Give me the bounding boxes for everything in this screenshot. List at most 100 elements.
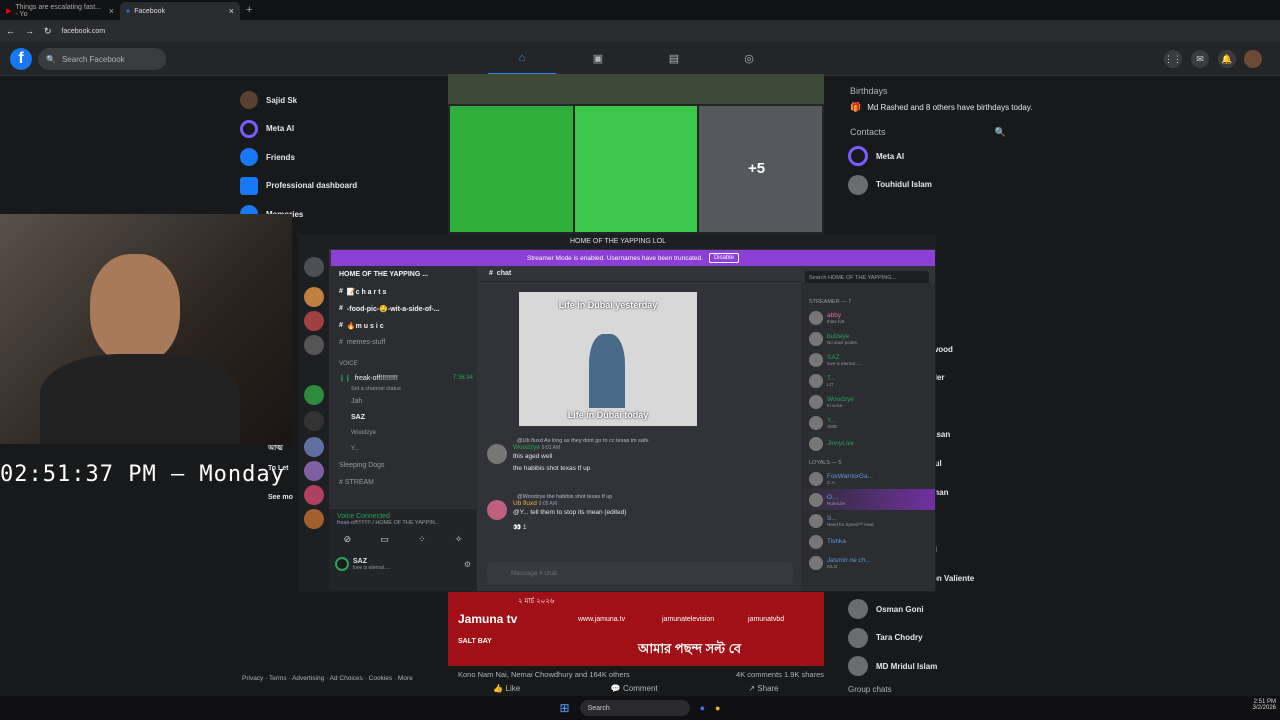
- channel-memes[interactable]: # memes-stuff: [329, 334, 477, 351]
- soundboard-icon[interactable]: ✧: [455, 534, 463, 545]
- post-ad-image[interactable]: ২ মার্চ ২০২৬ Jamuna tv www.jamuna.tv jam…: [448, 592, 824, 666]
- post-actions: 👍 Like 💬 Comment ↗ Share: [448, 684, 824, 693]
- back-icon[interactable]: ←: [6, 26, 15, 36]
- server-icon[interactable]: [304, 311, 324, 331]
- server-icon[interactable]: [304, 437, 324, 457]
- server-icon[interactable]: [304, 411, 324, 431]
- bell-icon[interactable]: 🔔: [1218, 50, 1236, 68]
- comment-button[interactable]: 💬 Comment: [611, 684, 658, 693]
- close-icon[interactable]: ×: [229, 6, 234, 16]
- member-item[interactable]: Woodzye In voice: [801, 391, 935, 412]
- forward-icon[interactable]: →: [25, 26, 34, 36]
- tab-facebook[interactable]: ● Facebook ×: [120, 2, 240, 20]
- voice-channel-sleeping-dogs[interactable]: Sleeping Dogs: [329, 457, 477, 474]
- contact-item[interactable]: Meta AI: [848, 142, 1038, 171]
- contact-item[interactable]: Osman Goni: [848, 595, 937, 624]
- member-item[interactable]: SAZ love is eternal......: [801, 349, 935, 370]
- discord-home-icon[interactable]: [304, 257, 324, 277]
- video-icon[interactable]: ▣: [590, 52, 606, 66]
- messenger-icon[interactable]: ✉: [1191, 50, 1209, 68]
- facebook-header: [0, 42, 1280, 76]
- home-icon[interactable]: ⌂: [514, 52, 530, 66]
- see-more-link[interactable]: See mo: [268, 494, 293, 501]
- search-input[interactable]: 🔍 Search Facebook: [38, 48, 166, 70]
- url-field[interactable]: facebook.com: [62, 28, 106, 35]
- footer-links[interactable]: Privacy · Terms · Advertising · Ad Choic…: [242, 674, 422, 683]
- server-icon[interactable]: [304, 287, 324, 307]
- activities-icon[interactable]: ⁘: [418, 534, 426, 545]
- member-item[interactable]: JinnyLive: [801, 433, 935, 454]
- camera-off-icon[interactable]: ⊘: [344, 534, 352, 545]
- discord-taskbar-icon[interactable]: ●: [700, 703, 705, 713]
- taskbar: ⊞ Search ● ●: [0, 696, 1280, 720]
- server-icon[interactable]: [304, 509, 324, 529]
- sidebar-item-profile[interactable]: Sajid Sk: [240, 86, 440, 115]
- disable-button[interactable]: Disable: [708, 253, 739, 263]
- member-item[interactable]: T... LIT: [801, 370, 935, 391]
- facebook-logo[interactable]: f: [10, 48, 32, 70]
- search-icon: 🔍: [46, 54, 56, 64]
- sidebar-item-friends[interactable]: Friends: [240, 143, 440, 172]
- facebook-icon: ●: [126, 7, 131, 15]
- search-icon[interactable]: 🔍: [995, 127, 1006, 138]
- screen-share-icon[interactable]: ▭: [380, 534, 389, 545]
- user-panel[interactable]: SAZ love is eternal..... ⚙: [329, 557, 477, 571]
- member-item[interactable]: Tishka: [801, 531, 935, 552]
- avatar[interactable]: [487, 444, 507, 464]
- voice-channel[interactable]: ❙❙ freak-off!!!!!!!!! 7:36:34: [329, 372, 477, 384]
- contact-item[interactable]: MD Mridul Islam: [848, 652, 937, 681]
- chrome-taskbar-icon[interactable]: ●: [715, 703, 720, 713]
- contact-item[interactable]: Tara Chodry: [848, 624, 937, 653]
- gift-icon: 🎁: [850, 102, 862, 112]
- streamer-header: STREAMER — 7: [809, 299, 852, 305]
- gaming-icon[interactable]: ◎: [741, 52, 757, 66]
- server-icon[interactable]: [304, 335, 324, 355]
- channel-charts[interactable]: # 📝c h a r t s: [329, 283, 477, 300]
- message: @Woodzye the habibis shot texas tf up Ub…: [487, 494, 797, 531]
- server-icon[interactable]: [304, 461, 324, 481]
- channel-food-pic[interactable]: # -food-pic-🤤-wit-a-side-of-...: [329, 300, 477, 317]
- ad-salt-bay: SALT BAY: [458, 638, 492, 645]
- voice-user[interactable]: Y...: [329, 441, 477, 457]
- share-button[interactable]: ↗ Share: [748, 684, 778, 693]
- voice-user[interactable]: SAZ: [329, 409, 477, 425]
- reload-icon[interactable]: ↻: [44, 26, 52, 37]
- system-clock[interactable]: 2:51 PM 3/2/2026: [1230, 699, 1276, 711]
- tab-youtube[interactable]: ▶ Things are escalating fast... - Yo ×: [0, 2, 120, 20]
- sidebar-item-professional-dashboard[interactable]: Professional dashboard: [240, 172, 440, 201]
- meme-image[interactable]: Life in Dubai yesterday Life in Dubai to…: [519, 292, 697, 426]
- member-item[interactable]: FoxWarriorGa... G.A.: [801, 468, 935, 489]
- channel-music[interactable]: # 🔥m u s i c: [329, 317, 477, 334]
- settings-icon[interactable]: ⚙: [464, 560, 471, 569]
- new-tab-button[interactable]: +: [246, 4, 252, 16]
- menu-icon[interactable]: ⋮⋮: [1164, 50, 1182, 68]
- voice-user[interactable]: Woodzye: [329, 425, 477, 441]
- post-photo-grid[interactable]: +5: [448, 74, 824, 234]
- member-item[interactable]: Y... SMD: [801, 412, 935, 433]
- sidebar-item-meta-ai[interactable]: Meta AI: [240, 115, 440, 144]
- marketplace-icon[interactable]: ▤: [666, 52, 682, 66]
- member-item[interactable]: Jasmin ne ch... KILO: [801, 552, 935, 573]
- close-icon[interactable]: ×: [109, 6, 114, 16]
- server-icon[interactable]: [304, 485, 324, 505]
- server-icon[interactable]: [304, 385, 324, 405]
- member-item[interactable]: S... Need for Speed™ Heat: [801, 510, 935, 531]
- like-button[interactable]: 👍 Like: [493, 684, 520, 693]
- voice-user[interactable]: Jah: [329, 393, 477, 409]
- avatar[interactable]: [487, 500, 507, 520]
- avatar[interactable]: [1244, 50, 1262, 68]
- taskbar-search[interactable]: Search: [579, 700, 690, 716]
- birthday-notice[interactable]: 🎁 Md Rashed and 8 others have birthdays t…: [850, 102, 1036, 113]
- message-input[interactable]: Message # chat: [487, 562, 793, 584]
- member-item[interactable]: bulzeye No save points.: [801, 328, 935, 349]
- voice-status[interactable]: Set a channel status: [329, 384, 477, 393]
- reaction[interactable]: 👀 1: [513, 523, 626, 531]
- ad-date: ২ মার্চ ২০২৬: [518, 598, 555, 605]
- server-name[interactable]: HOME OF THE YAPPING ...: [329, 266, 477, 283]
- voice-channel-stream[interactable]: # STREAM: [329, 474, 477, 491]
- contact-item[interactable]: Touhidul Islam: [848, 171, 1038, 200]
- contact-partial[interactable]: on Valiente: [932, 574, 974, 583]
- member-item[interactable]: abby thats hot: [801, 307, 935, 328]
- windows-start-icon[interactable]: ⊞: [560, 701, 570, 715]
- member-item[interactable]: O... RuneLite: [801, 489, 935, 510]
